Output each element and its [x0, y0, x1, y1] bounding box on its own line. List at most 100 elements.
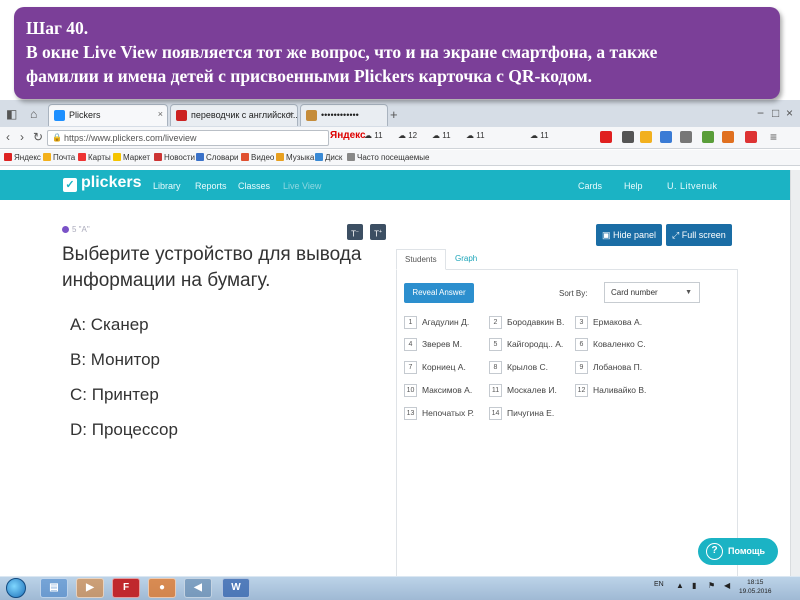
reveal-answer-button[interactable]: Reveal Answer: [404, 283, 474, 303]
new-tab-button[interactable]: +: [390, 107, 398, 122]
page-scrollbar[interactable]: [790, 170, 800, 576]
download-icon[interactable]: [680, 131, 692, 143]
nav-cards[interactable]: Cards: [578, 181, 602, 191]
nav-classes[interactable]: Classes: [238, 181, 270, 191]
filezilla-taskbar-icon[interactable]: F: [112, 578, 140, 598]
tab-graph[interactable]: Graph: [447, 249, 485, 270]
caption-line-3: фамилии и имена детей с присвоенными Pli…: [26, 66, 593, 86]
student-item[interactable]: 11 Москалев И.: [489, 384, 557, 397]
font-decrease-button[interactable]: T−: [347, 224, 363, 240]
help-button[interactable]: ? Помощь: [698, 538, 778, 565]
extension-icon[interactable]: [660, 131, 672, 143]
student-item[interactable]: 10 Максимов А.: [404, 384, 472, 397]
student-item[interactable]: 5 Кайгородц.. А.: [489, 338, 563, 351]
sort-label: Sort By:: [559, 289, 588, 298]
plickers-logo[interactable]: ✓ plickers: [63, 174, 141, 192]
history-icon[interactable]: ◧: [6, 107, 17, 121]
back-icon[interactable]: ‹: [6, 130, 10, 144]
student-item[interactable]: 14 Пичугина Е.: [489, 407, 554, 420]
volume-icon[interactable]: ◀: [724, 581, 730, 590]
star-icon[interactable]: [640, 131, 652, 143]
minimize-icon[interactable]: −: [757, 106, 764, 120]
tray-arrow-icon[interactable]: ▲: [676, 581, 684, 590]
extension-icon[interactable]: [745, 131, 757, 143]
bookmark-maps[interactable]: Карты: [78, 153, 111, 162]
student-item[interactable]: 7 Корниец А.: [404, 361, 466, 374]
media-taskbar-icon[interactable]: ▶: [76, 578, 104, 598]
student-item[interactable]: 9 Лобанова П.: [575, 361, 642, 374]
caret-down-icon: ▼: [685, 289, 692, 296]
panel-icon: ▣: [602, 230, 614, 240]
extension-icon[interactable]: [600, 131, 612, 143]
bookmark-yandex[interactable]: Яндекс: [4, 153, 41, 162]
bookmark-music[interactable]: Музыка: [276, 153, 314, 162]
home-icon[interactable]: ⌂: [30, 107, 37, 121]
nav-library[interactable]: Library: [153, 181, 181, 191]
tab-plickers[interactable]: Plickers ×: [48, 104, 168, 126]
address-bar[interactable]: 🔒 https://www.plickers.com/liveview: [47, 130, 329, 146]
bookmark-news[interactable]: Новости: [154, 153, 195, 162]
close-tab-icon[interactable]: ×: [288, 109, 293, 119]
tab-translator[interactable]: переводчик с английског... ×: [170, 104, 298, 126]
bookmark-video[interactable]: Видео: [241, 153, 274, 162]
firefox-taskbar-icon[interactable]: ●: [148, 578, 176, 598]
student-item[interactable]: 6 Коваленко С.: [575, 338, 646, 351]
expand-icon: ⤢: [672, 230, 682, 240]
network-icon[interactable]: ▮: [692, 581, 696, 590]
close-tab-icon[interactable]: ×: [158, 109, 163, 119]
yandex-search[interactable]: Яндекс: [330, 130, 366, 141]
sort-select[interactable]: Card number ▼: [604, 282, 700, 303]
translator-favicon-icon: [176, 110, 187, 121]
weather-widget[interactable]: ☁ 11: [432, 131, 451, 140]
answer-d: D: Процессор: [70, 420, 178, 439]
nav-help[interactable]: Help: [624, 181, 643, 191]
tab-students[interactable]: Students: [396, 249, 446, 270]
user-menu[interactable]: U. Litvenuk: [667, 181, 718, 191]
bookmark-dictionaries[interactable]: Словари: [196, 153, 239, 162]
explorer-taskbar-icon[interactable]: ▤: [40, 578, 68, 598]
slide-caption: Шаг 40. В окне Live View появляется тот …: [14, 7, 780, 99]
close-window-icon[interactable]: ×: [786, 106, 793, 120]
reload-icon[interactable]: ↻: [33, 130, 43, 144]
forward-icon[interactable]: ›: [20, 130, 24, 144]
answer-b: B: Монитор: [70, 350, 160, 369]
bookmark-market[interactable]: Маркет: [113, 153, 150, 162]
nav-reports[interactable]: Reports: [195, 181, 227, 191]
bookmark-most-visited[interactable]: Часто посещаемые: [347, 153, 429, 162]
tab-untitled[interactable]: ••••••••••••: [300, 104, 388, 126]
extension-icon[interactable]: [702, 131, 714, 143]
maximize-icon[interactable]: □: [772, 106, 779, 120]
font-increase-button[interactable]: T+: [370, 224, 386, 240]
bookmark-mail[interactable]: Почта: [43, 153, 75, 162]
word-taskbar-icon[interactable]: W: [222, 578, 250, 598]
student-item[interactable]: 12 Наливайко В.: [575, 384, 646, 397]
weather-widget[interactable]: ☁ 11: [466, 131, 485, 140]
caption-line-2: В окне Live View появляется тот же вопро…: [26, 42, 658, 62]
student-item[interactable]: 13 Непочатых Р.: [404, 407, 474, 420]
answer-c: C: Принтер: [70, 385, 159, 404]
class-color-icon: [62, 226, 69, 233]
hide-panel-button[interactable]: ▣ Hide panel: [596, 224, 663, 246]
flag-icon[interactable]: ⚑: [708, 581, 715, 590]
weather-widget[interactable]: ☁ 11: [364, 131, 383, 140]
check-logo-icon: ✓: [63, 178, 77, 192]
extension-icon[interactable]: [622, 131, 634, 143]
bookmark-disk[interactable]: Диск: [315, 153, 342, 162]
question-icon: ?: [706, 543, 723, 560]
extension-icon[interactable]: [722, 131, 734, 143]
student-item[interactable]: 8 Крылов С.: [489, 361, 548, 374]
student-item[interactable]: 3 Ермакова А.: [575, 316, 642, 329]
weather-widget[interactable]: ☁ 12: [398, 131, 417, 140]
system-clock[interactable]: 18:15 19.05.2016: [739, 578, 772, 596]
start-button[interactable]: [6, 578, 26, 598]
language-indicator[interactable]: EN: [654, 581, 664, 588]
weather-widget[interactable]: ☁ 11: [530, 131, 549, 140]
sound-taskbar-icon[interactable]: ◀: [184, 578, 212, 598]
student-item[interactable]: 1 Агадулин Д.: [404, 316, 469, 329]
student-item[interactable]: 2 Бородавкин В.: [489, 316, 564, 329]
menu-icon[interactable]: ≡: [770, 130, 777, 144]
plickers-favicon-icon: [54, 110, 65, 121]
student-item[interactable]: 4 Зверев М.: [404, 338, 462, 351]
nav-live-view[interactable]: Live View: [283, 181, 321, 191]
full-screen-button[interactable]: ⤢ Full screen: [666, 224, 732, 246]
